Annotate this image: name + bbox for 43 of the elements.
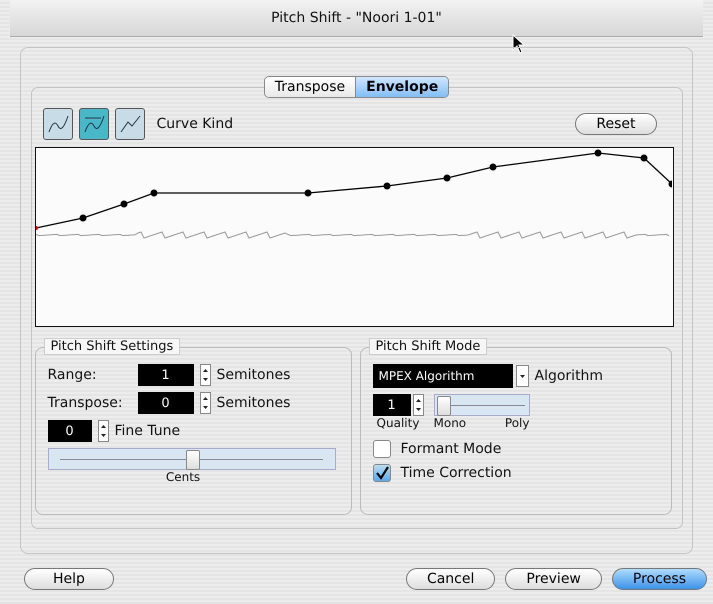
- slider-label: Cents: [166, 470, 200, 484]
- number-field[interactable]: 0: [48, 420, 92, 442]
- reset-button[interactable]: Reset: [575, 113, 656, 135]
- voices-slider[interactable]: [434, 394, 530, 416]
- cents-slider[interactable]: [48, 448, 336, 470]
- slider-max-label: Poly: [504, 416, 530, 430]
- group-title: Pitch Shift Settings: [44, 338, 180, 355]
- tab[interactable]: Transpose: [264, 77, 356, 97]
- unit-label: Semitones: [216, 395, 290, 411]
- field-label: Transpose:: [48, 395, 124, 411]
- action-button[interactable]: Preview: [505, 568, 602, 590]
- checkbox[interactable]: [372, 464, 390, 482]
- stepper-icon[interactable]: [200, 392, 210, 414]
- action-button[interactable]: Cancel: [406, 568, 496, 590]
- slider-min-label: Mono: [434, 416, 466, 430]
- algorithm-dropdown[interactable]: MPEX Algorithm: [372, 364, 512, 388]
- field-label: Algorithm: [534, 368, 604, 384]
- checkbox-label: Time Correction: [400, 465, 512, 481]
- action-button[interactable]: Process: [612, 568, 707, 590]
- slider-thumb[interactable]: [437, 396, 452, 416]
- window-title: Pitch Shift - "Noori 1-01": [271, 10, 442, 26]
- slider-thumb[interactable]: [186, 450, 200, 470]
- group-title: Pitch Shift Mode: [368, 338, 488, 355]
- tab[interactable]: Envelope: [355, 77, 448, 97]
- field-label: Range:: [48, 367, 98, 383]
- stepper-icon[interactable]: [412, 394, 424, 416]
- field-label: Fine Tune: [114, 423, 180, 439]
- dropdown-caret-icon[interactable]: [516, 365, 528, 387]
- number-field[interactable]: 1: [138, 364, 194, 386]
- stepper-icon[interactable]: [200, 364, 210, 386]
- curve-kind-button[interactable]: [114, 108, 144, 140]
- curve-kind-button[interactable]: [42, 108, 72, 140]
- curve-kind-button[interactable]: [78, 108, 108, 140]
- unit-label: Semitones: [216, 367, 290, 383]
- checkbox[interactable]: [372, 440, 390, 458]
- field-label: Quality: [376, 416, 420, 430]
- curve-kind-label: Curve Kind: [156, 116, 234, 132]
- stepper-icon[interactable]: [98, 420, 108, 442]
- cursor-icon: [512, 34, 526, 54]
- checkbox-label: Formant Mode: [400, 441, 502, 457]
- number-field[interactable]: 0: [138, 392, 194, 414]
- number-field[interactable]: 1: [372, 394, 410, 416]
- help-button[interactable]: Help: [24, 568, 114, 590]
